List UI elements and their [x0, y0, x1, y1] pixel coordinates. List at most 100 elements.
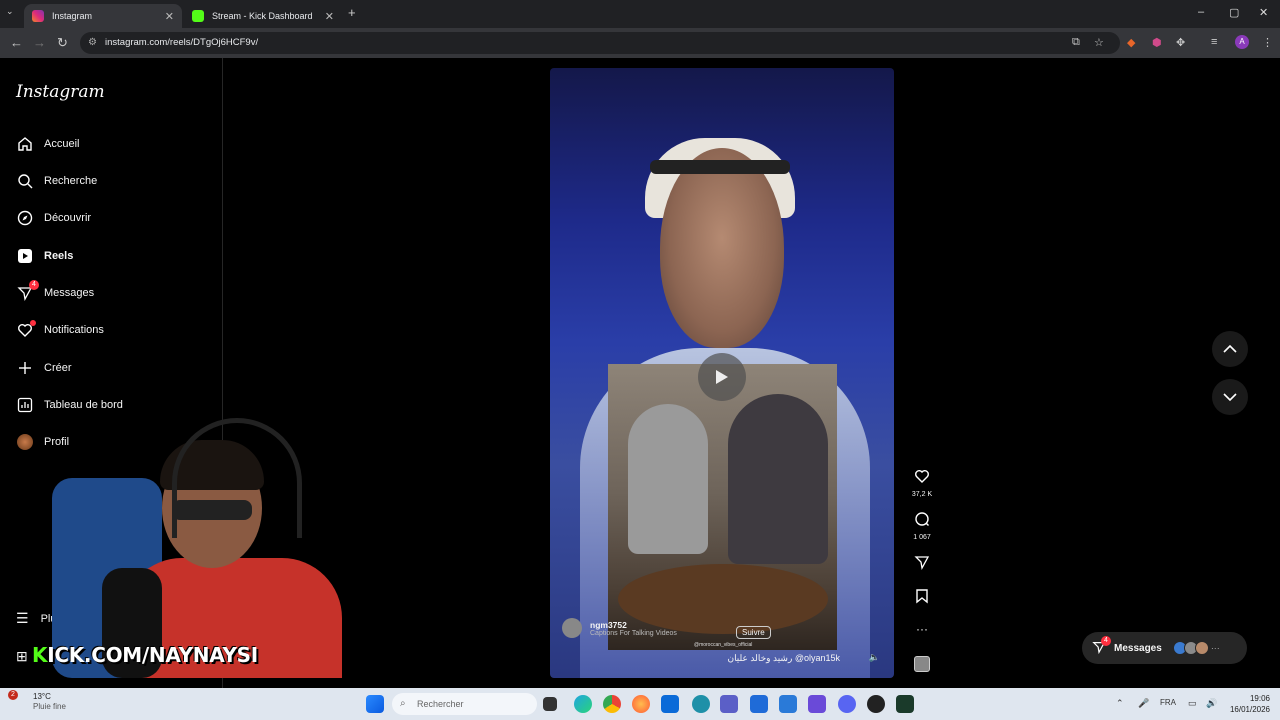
reload-icon[interactable]: ↻: [57, 35, 68, 51]
network-icon[interactable]: ▭: [1188, 698, 1197, 709]
tab-search-dropdown-icon[interactable]: ⌄: [6, 6, 14, 17]
sidebar-item-label: Créer: [44, 362, 72, 374]
extension-shield-icon[interactable]: ⬢: [1152, 36, 1162, 49]
audio-thumbnail-image: [914, 656, 930, 672]
app-icon[interactable]: [779, 695, 797, 713]
obs-icon[interactable]: [867, 695, 885, 713]
sidebar-item-notifications[interactable]: Notifications: [16, 318, 104, 342]
comment-count: 1 067: [913, 534, 931, 541]
sidebar-item-recherche[interactable]: Recherche: [16, 169, 97, 193]
install-app-icon[interactable]: ⧉: [1072, 36, 1080, 49]
tray-chevron-up-icon[interactable]: ⌃: [1116, 698, 1124, 709]
sidebar-item-label: Notifications: [44, 324, 104, 336]
share-action[interactable]: [910, 554, 934, 575]
play-button[interactable]: [698, 353, 746, 401]
app-icon[interactable]: [750, 695, 768, 713]
reel-caption[interactable]: رشيد وخالد عليان @olyan15k: [727, 653, 840, 664]
clock-date: 16/01/2026: [1229, 705, 1270, 714]
media-control-icon[interactable]: ≡: [1211, 36, 1217, 48]
close-tab-icon[interactable]: ✕: [165, 10, 174, 23]
messenger-icon: 4: [16, 280, 39, 302]
store-icon[interactable]: [661, 695, 679, 713]
sidebar-item-tableau-de-bord[interactable]: Tableau de bord: [16, 393, 123, 417]
microphone-icon[interactable]: 🎤: [1138, 698, 1149, 709]
volume-icon[interactable]: 🔊: [1206, 698, 1217, 709]
sidebar-item-accueil[interactable]: Accueil: [16, 132, 79, 156]
app-icon[interactable]: [808, 695, 826, 713]
minimize-icon[interactable]: –: [1198, 6, 1204, 18]
sidebar-item-creer[interactable]: Créer: [16, 356, 72, 380]
tab-instagram[interactable]: Instagram ✕: [24, 4, 182, 28]
bookmark-star-icon[interactable]: ☆: [1094, 36, 1104, 49]
firefox-icon[interactable]: [632, 695, 650, 713]
new-tab-icon[interactable]: +: [348, 5, 356, 20]
audio-thumbnail[interactable]: [910, 656, 934, 677]
search-placeholder: Rechercher: [417, 699, 464, 709]
sidebar-item-label: Découvrir: [44, 212, 92, 224]
bookmark-icon: [916, 589, 928, 604]
windows-taskbar: 2 13°C Pluie fine ⌕ Rechercher ⌃ 🎤 FRA ▭…: [0, 688, 1280, 720]
sidebar-item-decouvrir[interactable]: Découvrir: [16, 206, 91, 230]
forward-icon[interactable]: →: [33, 35, 46, 50]
task-view-icon[interactable]: [543, 697, 557, 711]
app-icon[interactable]: [692, 695, 710, 713]
save-action[interactable]: [910, 588, 934, 609]
home-icon: [16, 135, 34, 153]
weather-badge: 2: [8, 690, 18, 700]
language-indicator[interactable]: FRA: [1160, 698, 1176, 707]
next-reel-button[interactable]: [1212, 379, 1248, 415]
back-icon[interactable]: ←: [10, 35, 23, 50]
extensions-puzzle-icon[interactable]: ✥: [1176, 36, 1185, 49]
more-options-action[interactable]: ···: [910, 622, 934, 636]
video-subject-face: [660, 148, 784, 348]
streamer-headset: [172, 418, 302, 538]
reels-icon: [16, 247, 34, 265]
previous-reel-button[interactable]: [1212, 331, 1248, 367]
kick-channel-overlay: KICK.COM/NAYNAYSI: [32, 643, 258, 667]
compass-icon: [16, 209, 34, 227]
restore-icon[interactable]: ▢: [1229, 6, 1239, 19]
edge-icon[interactable]: [574, 695, 592, 713]
volume-icon[interactable]: 🔈: [869, 652, 880, 663]
play-icon: [716, 370, 728, 384]
reel-video[interactable]: @moroccan_vibes_official ngm3752 Caption…: [550, 68, 894, 678]
tab-title: Instagram: [52, 11, 93, 21]
windows-start-icon[interactable]: [366, 695, 384, 713]
app-icon[interactable]: [896, 695, 914, 713]
browser-toolbar: ← → ↻ ⚙ instagram.com/reels/DTgOj6HCF9v/…: [0, 28, 1280, 58]
author-audio[interactable]: Captions For Talking Videos: [590, 630, 677, 637]
sidebar-item-reels[interactable]: Reels: [16, 244, 73, 268]
profile-avatar[interactable]: A: [1235, 35, 1249, 49]
comment-action[interactable]: 1 067: [910, 511, 934, 541]
weather-desc: Pluie fine: [33, 702, 66, 711]
chrome-icon[interactable]: [603, 695, 621, 713]
weather-widget[interactable]: 13°C Pluie fine: [33, 692, 66, 712]
messages-badge: 4: [1101, 635, 1111, 646]
site-info-icon[interactable]: ⚙: [88, 32, 97, 54]
messages-float-button[interactable]: 4 Messages ···: [1082, 632, 1247, 664]
reel-author[interactable]: ngm3752 Captions For Talking Videos: [562, 618, 677, 638]
address-bar[interactable]: ⚙ instagram.com/reels/DTgOj6HCF9v/: [80, 32, 1120, 54]
discord-icon[interactable]: [838, 695, 856, 713]
close-window-icon[interactable]: ✕: [1259, 6, 1268, 19]
heart-icon: [915, 470, 929, 483]
author-avatar[interactable]: [562, 618, 582, 638]
sidebar-item-label: Reels: [44, 250, 74, 262]
instagram-logo[interactable]: Instagram: [16, 82, 105, 102]
like-action[interactable]: 37,2 K: [910, 468, 934, 498]
like-count: 37,2 K: [911, 491, 933, 498]
extension-fox-icon[interactable]: ◆: [1127, 36, 1135, 49]
tab-kick-dashboard[interactable]: Stream - Kick Dashboard ✕: [184, 4, 342, 28]
heart-icon: [16, 320, 36, 339]
search-icon: [16, 172, 34, 190]
url-text: instagram.com/reels/DTgOj6HCF9v/: [105, 37, 259, 48]
author-username[interactable]: ngm3752: [590, 620, 677, 630]
close-tab-icon[interactable]: ✕: [325, 10, 334, 23]
browser-tab-strip: ⌄ Instagram ✕ Stream - Kick Dashboard ✕ …: [0, 0, 1280, 28]
follow-button[interactable]: Suivre: [736, 626, 771, 639]
sidebar-item-messages[interactable]: 4 Messages: [16, 280, 94, 305]
teams-icon[interactable]: [720, 695, 738, 713]
taskbar-search[interactable]: ⌕ Rechercher: [392, 693, 537, 715]
menu-kebab-icon[interactable]: ⋮: [1262, 36, 1273, 49]
taskbar-clock[interactable]: 19:06 16/01/2026: [1230, 693, 1270, 715]
